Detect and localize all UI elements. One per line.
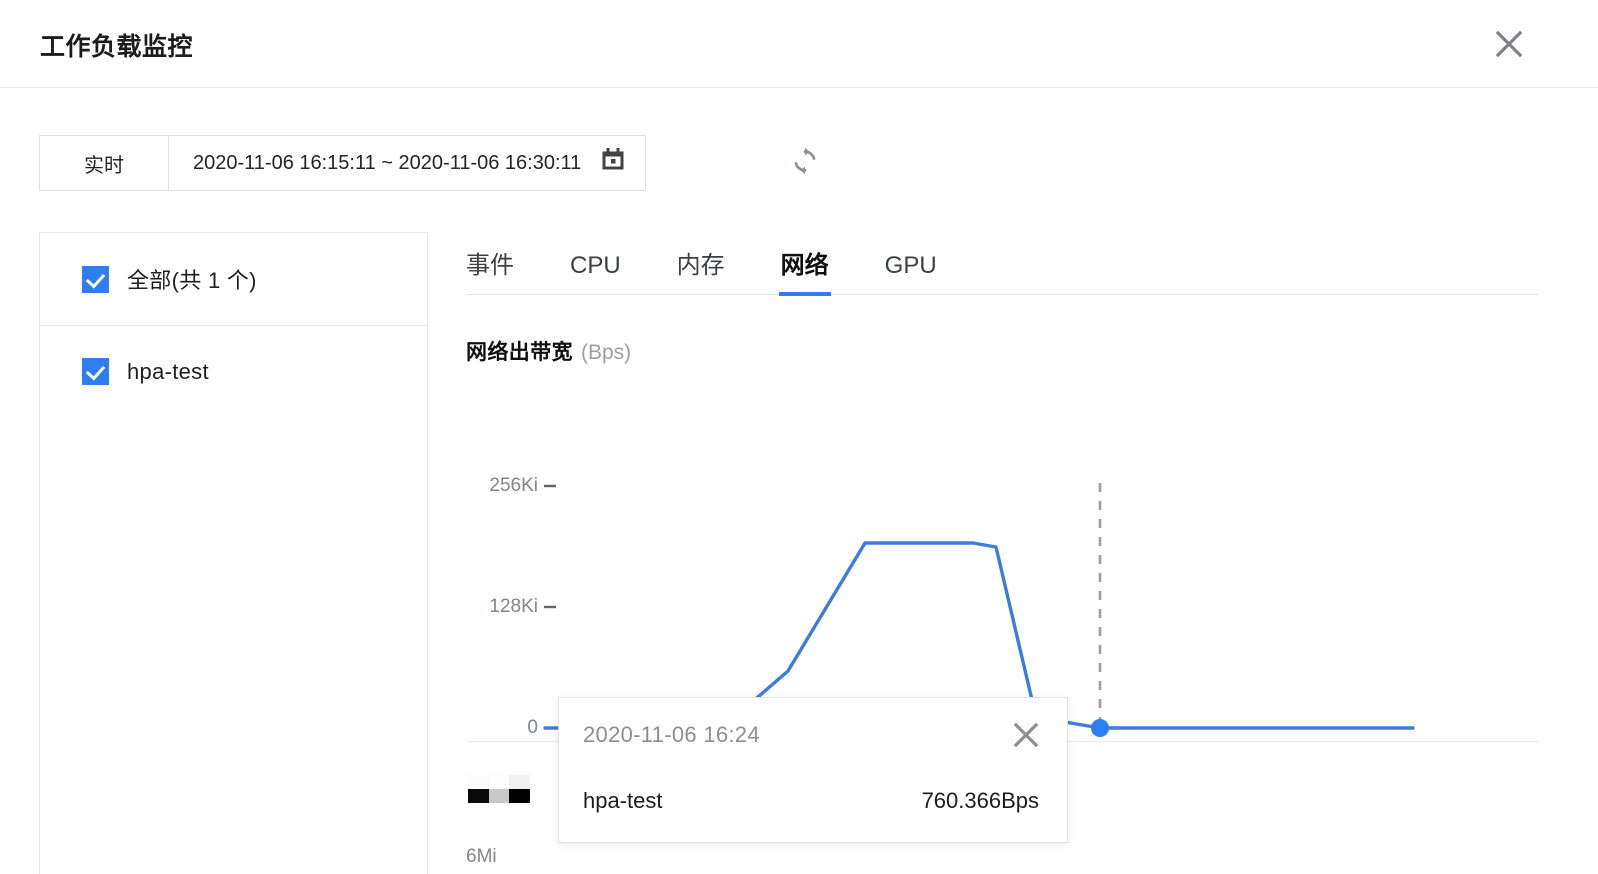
tooltip-series-value: 760.366Bps — [922, 788, 1039, 814]
chart-plot-area[interactable]: 256Ki 128Ki 0 — [466, 394, 1538, 694]
tab-memory[interactable]: 内存 — [677, 245, 725, 294]
tooltip-series-row: hpa-test 760.366Bps — [559, 772, 1067, 830]
metric-tabs: 事件 CPU 内存 网络 GPU — [466, 232, 1538, 295]
next-chart-y-tick: 6Mi — [466, 846, 497, 868]
tab-cpu[interactable]: CPU — [570, 252, 621, 294]
chart-unit: (Bps) — [581, 341, 631, 364]
tab-events[interactable]: 事件 — [466, 245, 514, 294]
tooltip-close-icon[interactable] — [1009, 718, 1043, 752]
y-tick-marks — [544, 486, 556, 607]
chart-title: 网络出带宽 — [466, 341, 573, 364]
redacted-block — [468, 775, 530, 803]
page-title: 工作负载监控 — [40, 27, 193, 63]
checkbox-hpa-test[interactable] — [82, 358, 109, 385]
network-out-bandwidth-chart: 网络出带宽 (Bps) 256Ki 128Ki 0 — [466, 336, 1538, 694]
sidebar-item-label: hpa-test — [127, 359, 209, 385]
tab-network[interactable]: 网络 — [781, 245, 829, 294]
tab-gpu[interactable]: GPU — [885, 252, 937, 294]
refresh-icon — [790, 146, 820, 181]
tooltip-series-name: hpa-test — [583, 788, 663, 814]
date-range-text: 2020-11-06 16:15:11 ~ 2020-11-06 16:30:1… — [193, 152, 581, 175]
refresh-button[interactable] — [777, 135, 833, 191]
close-icon[interactable] — [1492, 27, 1526, 61]
tooltip-time: 2020-11-06 16:24 — [583, 722, 760, 748]
series-point-marker — [1091, 719, 1109, 737]
dialog-header: 工作负载监控 — [0, 0, 1598, 88]
sidebar-item-all[interactable]: 全部(共 1 个) — [40, 233, 427, 325]
time-range-toolbar: 实时 2020-11-06 16:15:11 ~ 2020-11-06 16:3… — [39, 135, 646, 191]
tooltip-header: 2020-11-06 16:24 — [559, 698, 1067, 772]
time-range-control[interactable]: 实时 2020-11-06 16:15:11 ~ 2020-11-06 16:3… — [39, 135, 646, 191]
checkbox-all[interactable] — [82, 266, 109, 293]
realtime-mode-button[interactable]: 实时 — [40, 136, 169, 190]
chart-title-row: 网络出带宽 (Bps) — [466, 336, 1538, 366]
chart-tooltip[interactable]: 2020-11-06 16:24 hpa-test 760.366Bps — [558, 697, 1068, 843]
workload-list-panel: 全部(共 1 个) hpa-test — [39, 232, 428, 874]
date-range-picker[interactable]: 2020-11-06 16:15:11 ~ 2020-11-06 16:30:1… — [169, 136, 645, 190]
calendar-icon[interactable] — [599, 146, 627, 180]
sidebar-item-hpa-test[interactable]: hpa-test — [40, 325, 427, 417]
sidebar-item-label: 全部(共 1 个) — [127, 263, 257, 295]
